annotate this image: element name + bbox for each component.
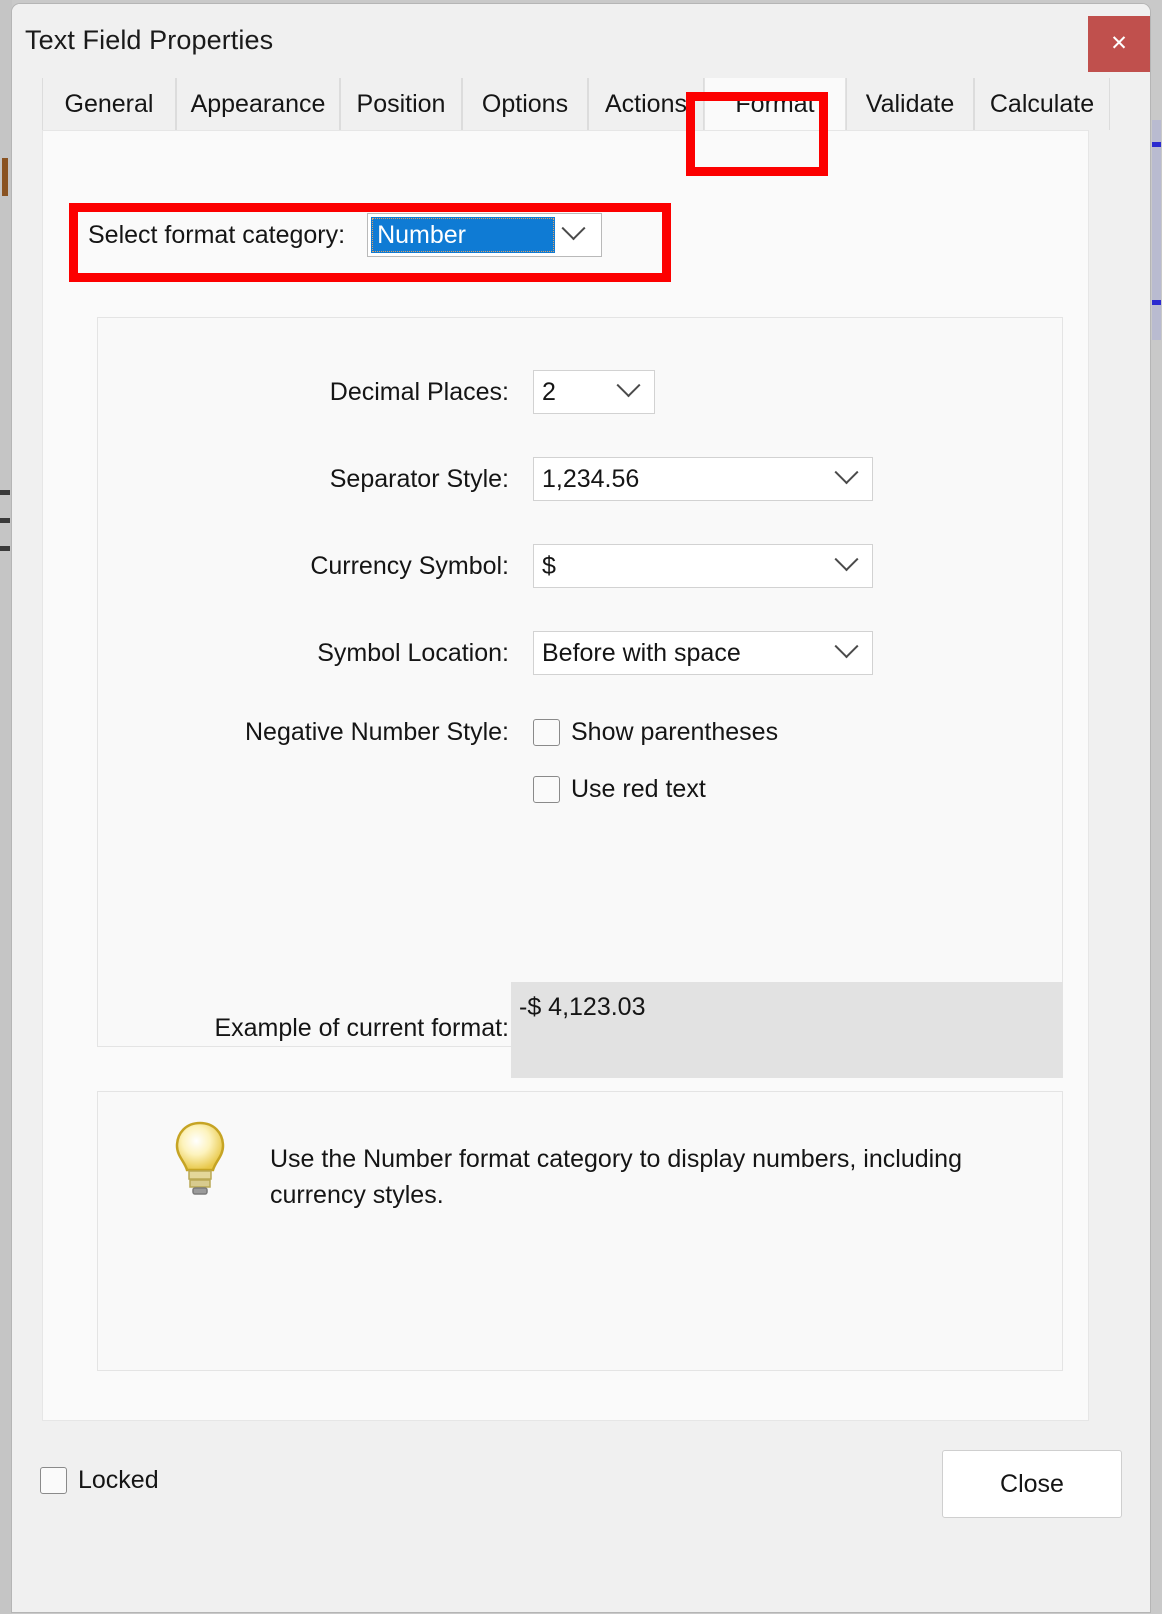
- negative-number-style-row: Negative Number Style: Show parentheses: [109, 718, 1063, 747]
- background-scrollbar: [1152, 120, 1161, 340]
- symbol-location-label: Symbol Location:: [317, 638, 509, 667]
- chevron-down-icon: [834, 547, 860, 577]
- format-category-row: Select format category: Number: [88, 213, 603, 257]
- tab-position[interactable]: Position: [340, 78, 462, 130]
- tab-actions[interactable]: Actions: [588, 78, 704, 130]
- text-field-properties-dialog: Text Field Properties ✕ General Appearanc…: [12, 4, 1150, 1612]
- use-red-text-checkbox-row[interactable]: Use red text: [533, 775, 706, 804]
- example-value-box: -$ 4,123.03: [511, 982, 1063, 1078]
- format-tab-page: Select format category: Number Decimal P…: [42, 130, 1089, 1421]
- close-button[interactable]: Close: [942, 1450, 1122, 1518]
- tab-appearance[interactable]: Appearance: [176, 78, 340, 130]
- tab-general[interactable]: General: [42, 78, 176, 130]
- chevron-down-icon: [616, 373, 642, 403]
- chevron-down-icon: [834, 460, 860, 490]
- background-menu-line: [0, 546, 10, 551]
- number-format-settings-panel: Decimal Places: 2 Separator Style: 1,234…: [97, 317, 1063, 1078]
- background-menu-line: [0, 518, 10, 523]
- tab-calculate[interactable]: Calculate: [974, 78, 1110, 130]
- separator-style-row: Separator Style: 1,234.56: [109, 457, 1063, 501]
- symbol-location-value: Before with space: [542, 638, 741, 667]
- decimal-places-label: Decimal Places:: [329, 377, 509, 406]
- separator-style-label: Separator Style:: [329, 464, 509, 493]
- dialog-footer: Locked Close: [12, 1434, 1150, 1612]
- dialog-title: Text Field Properties: [25, 25, 274, 55]
- tip-text: Use the Number format category to displa…: [270, 1145, 962, 1209]
- locked-checkbox[interactable]: [40, 1467, 67, 1494]
- use-red-text-label: Use red text: [571, 775, 706, 803]
- currency-symbol-row: Currency Symbol: $: [109, 544, 1063, 588]
- dialog-titlebar: Text Field Properties ✕: [12, 4, 1150, 78]
- example-label: Example of current format:: [214, 1014, 509, 1042]
- decimal-places-select[interactable]: 2: [533, 370, 655, 414]
- show-parentheses-label: Show parentheses: [571, 718, 779, 746]
- use-red-text-checkbox[interactable]: [533, 776, 560, 803]
- currency-symbol-label: Currency Symbol:: [310, 551, 509, 580]
- decimal-places-row: Decimal Places: 2: [109, 370, 1063, 414]
- currency-symbol-value: $: [542, 551, 556, 580]
- lightbulb-icon: [174, 1120, 226, 1196]
- format-category-select[interactable]: Number: [367, 213, 603, 257]
- show-parentheses-checkbox-row[interactable]: Show parentheses: [533, 718, 778, 747]
- format-category-value: Number: [371, 217, 556, 253]
- tab-strip: General Appearance Position Options Actions F…: [42, 78, 1110, 130]
- locked-label: Locked: [78, 1466, 159, 1494]
- currency-symbol-select[interactable]: $: [533, 544, 873, 588]
- tip-panel: Use the Number format category to displa…: [97, 1091, 1063, 1371]
- background-scrollbar-cap: [1152, 300, 1161, 305]
- decimal-places-value: 2: [542, 377, 556, 406]
- tab-format[interactable]: Format: [704, 78, 846, 130]
- background-scrollbar-cap: [1152, 142, 1161, 147]
- chevron-down-icon: [561, 216, 587, 246]
- background-menu-line: [0, 490, 10, 495]
- format-category-label: Select format category:: [88, 220, 346, 249]
- symbol-location-select[interactable]: Before with space: [533, 631, 873, 675]
- chevron-down-icon: [834, 634, 860, 664]
- negative-number-style-label: Negative Number Style:: [244, 718, 509, 746]
- tab-options[interactable]: Options: [462, 78, 588, 130]
- symbol-location-row: Symbol Location: Before with space: [109, 631, 1063, 675]
- background-left-strip: [0, 0, 12, 1614]
- example-value: -$ 4,123.03: [519, 993, 646, 1021]
- separator-style-value: 1,234.56: [542, 464, 640, 493]
- separator-style-select[interactable]: 1,234.56: [533, 457, 873, 501]
- show-parentheses-checkbox[interactable]: [533, 719, 560, 746]
- example-row: Example of current format: -$ 4,123.03: [98, 982, 1063, 1078]
- background-bookmark-marker: [2, 158, 8, 196]
- tab-validate[interactable]: Validate: [846, 78, 974, 130]
- locked-checkbox-row[interactable]: Locked: [40, 1466, 159, 1495]
- close-x-icon[interactable]: ✕: [1088, 16, 1150, 72]
